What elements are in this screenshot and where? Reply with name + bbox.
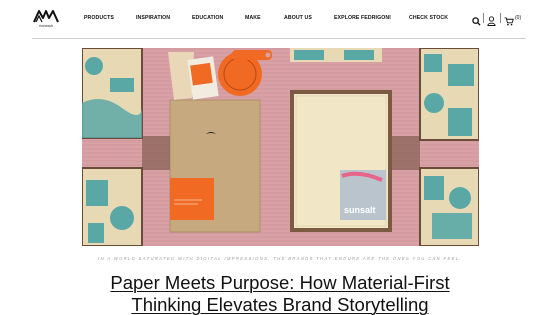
user-icon[interactable]: [487, 13, 496, 31]
hero-photo-illustration: sunsalt: [82, 48, 479, 246]
kraft-envelope: [169, 99, 261, 233]
nav-products[interactable]: PRODUCTS: [84, 15, 114, 21]
site-header: moheach PRODUCTS INSPIRATION EDUCATION M…: [0, 0, 560, 40]
nav-about-us[interactable]: ABOUT US: [284, 15, 312, 21]
header-divider: [32, 38, 526, 39]
article-title[interactable]: Paper Meets Purpose: How Material-First …: [0, 272, 560, 315]
icon-divider: [500, 13, 501, 23]
nav-inspiration[interactable]: INSPIRATION: [136, 15, 170, 21]
search-icon[interactable]: [472, 13, 481, 31]
cream-notebook: sunsalt: [290, 90, 392, 232]
nav-check-stock[interactable]: CHECK STOCK: [409, 15, 448, 21]
cart-icon: [504, 17, 514, 26]
brand-logo[interactable]: moheach: [32, 8, 60, 32]
hero-image: sunsalt: [82, 48, 479, 246]
article-title-line-1[interactable]: Paper Meets Purpose: How Material-First: [110, 272, 449, 293]
cart-count: (0): [515, 15, 522, 21]
nav-explore-fedrigoni[interactable]: EXPLORE FEDRIGONI: [334, 15, 391, 21]
logo-wordmark: moheach: [38, 24, 54, 28]
cart-button[interactable]: (0): [504, 13, 521, 31]
logo-mark-icon: [33, 10, 59, 23]
sunsalt-label: sunsalt: [344, 205, 376, 215]
article-caption: IN A WORLD SATURATED WITH DIGITAL IMPRES…: [98, 256, 462, 261]
icon-divider: [483, 13, 484, 23]
nav-education[interactable]: EDUCATION: [192, 15, 223, 21]
article-title-line-2[interactable]: Thinking Elevates Brand Storytelling: [131, 294, 428, 315]
nav-make[interactable]: MAKE: [245, 15, 261, 21]
